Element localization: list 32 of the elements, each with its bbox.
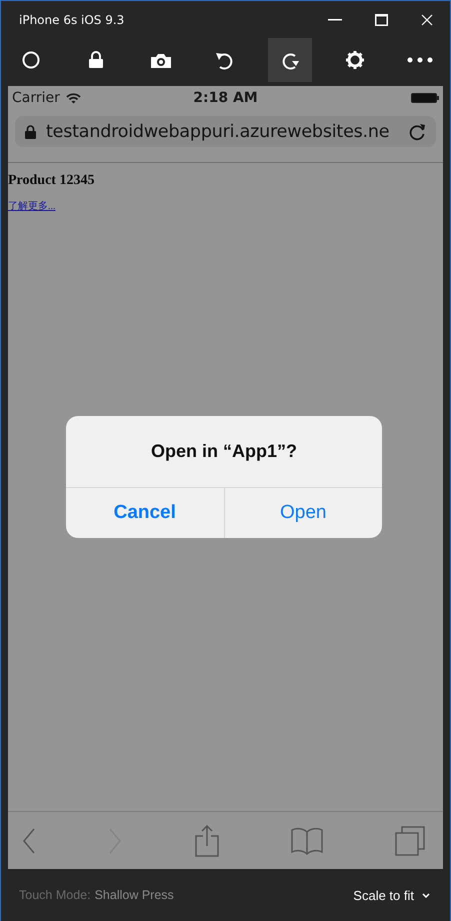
learn-more-link[interactable]: 了解更多... [8,199,56,213]
cancel-button[interactable]: Cancel [66,488,224,538]
status-time: 2:18 AM [193,90,258,106]
touch-mode-value: Shallow Press [94,888,174,902]
battery-icon [411,93,439,103]
more-icon [406,57,433,63]
wifi-icon [66,92,81,104]
circle-icon [22,51,40,69]
lock-icon [25,124,36,138]
gear-icon [345,50,366,70]
chevron-down-icon [422,892,430,898]
window-title: iPhone 6s iOS 9.3 [19,12,126,26]
touch-mode-label: Touch Mode: [19,888,91,902]
reload-icon[interactable] [409,122,426,140]
scale-dropdown[interactable]: Scale to fit [353,888,430,902]
dialog-title: Open in “App1”? [151,441,297,462]
back-icon[interactable] [22,828,36,854]
rotate-right-icon [280,50,300,70]
maximize-icon [374,14,388,26]
tabs-icon[interactable] [395,826,425,856]
share-icon[interactable] [194,824,218,856]
lock-icon [88,51,104,69]
toolbar-button[interactable] [268,38,312,82]
open-button[interactable]: Open [224,488,382,538]
camera-icon [150,52,172,68]
minimize-icon [328,18,342,20]
product-heading: Product 12345 [8,173,96,189]
rotate-left-icon [215,50,236,70]
address-bar[interactable]: testandroidwebappuri.azurewebsites.ne [15,116,436,147]
close-icon [421,14,433,26]
carrier-label: Carrier [12,90,60,106]
book-icon[interactable] [290,826,323,854]
